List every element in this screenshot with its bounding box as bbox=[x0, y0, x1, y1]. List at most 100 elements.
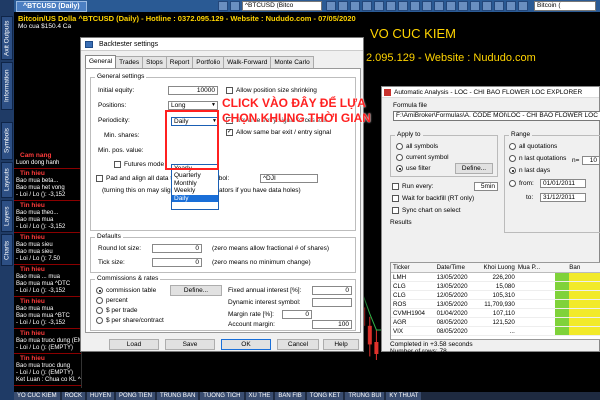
tab-chart-btcusd[interactable]: ^BTCUSD (Daily) bbox=[16, 0, 87, 12]
toolbar-icon[interactable] bbox=[434, 1, 444, 11]
table-row[interactable]: CLG 13/05/2020 15,080 bbox=[391, 282, 600, 291]
per-trade-radio[interactable] bbox=[96, 307, 103, 314]
toolbar-icon[interactable] bbox=[482, 1, 492, 11]
tab-report[interactable]: Report bbox=[165, 56, 194, 68]
periodicity-option-monthly[interactable]: Monthly bbox=[172, 180, 218, 187]
dialog-title-bar[interactable]: Backtester settings bbox=[81, 38, 363, 51]
formula-file-input[interactable]: F:\AmiBroker\Formulas\A. CODE MOI\LOC - … bbox=[393, 111, 600, 121]
commission-define-button[interactable]: Define... bbox=[170, 285, 222, 296]
tab-portfolio[interactable]: Portfolio bbox=[192, 56, 225, 68]
help-button[interactable]: Help bbox=[323, 339, 359, 350]
apply-use-filter-radio[interactable] bbox=[396, 165, 403, 172]
results-column-header[interactable]: Date/Time bbox=[437, 263, 479, 272]
round-lot-input[interactable]: 0 bbox=[152, 244, 202, 253]
tab-walk-forward[interactable]: Walk-Forward bbox=[223, 56, 272, 68]
toolbar-icon[interactable] bbox=[374, 1, 384, 11]
percent-radio[interactable] bbox=[96, 297, 103, 304]
sheet-tab[interactable]: TRUNG BUI bbox=[345, 392, 385, 400]
sheet-tab[interactable]: BAN FIB bbox=[275, 392, 305, 400]
tab-stops[interactable]: Stops bbox=[142, 56, 167, 68]
save-button[interactable]: Save bbox=[165, 339, 215, 350]
tab-trades[interactable]: Trades bbox=[115, 56, 144, 68]
sync-chart-checkbox[interactable] bbox=[392, 207, 399, 214]
toolbar-icon[interactable] bbox=[410, 1, 420, 11]
tick-size-input[interactable]: 0 bbox=[152, 258, 202, 267]
pad-align-checkbox[interactable] bbox=[96, 175, 103, 182]
analysis-title-bar[interactable]: Automatic Analysis - LOC - CHI BAO FLOWE… bbox=[382, 87, 599, 98]
toolbar-icon[interactable] bbox=[230, 1, 240, 11]
sheet-tab[interactable]: TRUNG BAN bbox=[156, 392, 199, 400]
initial-equity-input[interactable]: 10000 bbox=[168, 86, 218, 95]
rail-tab-layouts[interactable]: Layouts bbox=[1, 162, 13, 198]
rail-tab-symbols[interactable]: Symbols bbox=[1, 122, 13, 160]
sheet-tab[interactable]: TONG KET bbox=[306, 392, 344, 400]
allow-same-bar-checkbox[interactable]: ✓ bbox=[226, 129, 233, 136]
range-n-last-quotations-radio[interactable] bbox=[509, 155, 516, 162]
table-row[interactable]: CLG 12/05/2020 105,310 bbox=[391, 291, 600, 300]
sheet-tab[interactable]: KY THUAT bbox=[386, 392, 422, 400]
symbol-combo-2[interactable]: Bitcoin ( bbox=[534, 1, 596, 11]
results-column-header[interactable]: Ban bbox=[569, 263, 600, 272]
rail-tab-charts[interactable]: Charts bbox=[1, 234, 13, 266]
sheet-tab[interactable]: PONG TIEN bbox=[116, 392, 155, 400]
rail-tab-outputs[interactable]: Axit Outputs bbox=[1, 16, 13, 60]
per-share-radio[interactable] bbox=[96, 317, 103, 324]
table-row[interactable]: VIX 08/05/2020... bbox=[391, 327, 600, 336]
rail-tab-layers[interactable]: Layers bbox=[1, 200, 13, 232]
n-value-input[interactable]: 10 bbox=[582, 156, 600, 165]
margin-rate-input[interactable]: 0 bbox=[282, 310, 312, 319]
apply-all-symbols-radio[interactable] bbox=[396, 143, 403, 150]
cancel-button[interactable]: Cancel bbox=[277, 339, 319, 350]
table-row[interactable]: CVMH1904 01/04/2020 107,110 bbox=[391, 309, 600, 318]
dynamic-interest-input[interactable] bbox=[312, 298, 352, 307]
apply-current-symbol-radio[interactable] bbox=[396, 154, 403, 161]
symbol-combo[interactable]: ^BTCUSD (Bitco bbox=[242, 1, 322, 11]
sheet-tab[interactable]: ROCK bbox=[61, 392, 86, 400]
reference-symbol-input[interactable]: ^DJI bbox=[260, 174, 318, 183]
allow-shrinking-checkbox[interactable] bbox=[226, 87, 233, 94]
to-date-input[interactable]: 31/12/2011 bbox=[540, 193, 586, 202]
toolbar-icon[interactable] bbox=[494, 1, 504, 11]
sheet-tab[interactable]: TUONG TICH bbox=[200, 392, 244, 400]
fixed-interest-input[interactable]: 0 bbox=[312, 286, 352, 295]
positions-select[interactable]: Long ▼ bbox=[168, 101, 218, 110]
load-button[interactable]: Load bbox=[109, 339, 159, 350]
toolbar-icon[interactable] bbox=[350, 1, 360, 11]
table-row[interactable]: AGR 08/05/2020 121,520 bbox=[391, 318, 600, 327]
toolbar-icon[interactable] bbox=[386, 1, 396, 11]
futures-mode-checkbox[interactable] bbox=[114, 161, 121, 168]
toolbar-icon[interactable] bbox=[506, 1, 516, 11]
wait-backfill-checkbox[interactable] bbox=[392, 195, 399, 202]
run-every-input[interactable]: 5min bbox=[474, 182, 498, 191]
range-n-last-days-radio[interactable] bbox=[509, 167, 516, 174]
toolbar-icon[interactable] bbox=[422, 1, 432, 11]
toolbar-icon[interactable] bbox=[470, 1, 480, 11]
rail-tab-information[interactable]: Information bbox=[1, 62, 13, 110]
periodicity-option-weekly[interactable]: Weekly bbox=[172, 187, 218, 194]
ok-button[interactable]: OK bbox=[221, 339, 271, 350]
tab-monte-carlo[interactable]: Monte Carlo bbox=[270, 56, 314, 68]
account-margin-input[interactable]: 100 bbox=[312, 320, 352, 329]
toolbar-icon[interactable] bbox=[446, 1, 456, 11]
results-column-header[interactable]: Mua P... bbox=[517, 263, 556, 272]
results-column-header[interactable]: Ticker bbox=[391, 263, 437, 272]
results-column-header[interactable] bbox=[555, 263, 570, 272]
toolbar-icon[interactable] bbox=[338, 1, 348, 11]
commission-table-radio[interactable] bbox=[96, 287, 103, 294]
toolbar-icon[interactable] bbox=[398, 1, 408, 11]
sheet-tab[interactable]: XU THE bbox=[245, 392, 274, 400]
toolbar-icon[interactable] bbox=[326, 1, 336, 11]
sheet-tab[interactable]: HUYEN bbox=[87, 392, 115, 400]
toolbar-icon[interactable] bbox=[458, 1, 468, 11]
periodicity-option-daily[interactable]: Daily bbox=[172, 194, 218, 203]
filter-define-button[interactable]: Define... bbox=[455, 163, 493, 174]
range-from-radio[interactable] bbox=[509, 180, 516, 187]
toolbar-icon[interactable] bbox=[362, 1, 372, 11]
toolbar-icon[interactable] bbox=[218, 1, 228, 11]
table-row[interactable]: LMH 13/05/2020 226,200 bbox=[391, 273, 600, 282]
table-row[interactable]: ROS 13/05/2020 11,709,930 bbox=[391, 300, 600, 309]
from-date-input[interactable]: 01/01/2011 bbox=[540, 179, 586, 188]
toolbar-icon[interactable] bbox=[518, 1, 528, 11]
sheet-tab[interactable]: YO CUC KIEM bbox=[14, 392, 60, 400]
results-column-header[interactable]: Khoi Luong bbox=[478, 263, 518, 272]
